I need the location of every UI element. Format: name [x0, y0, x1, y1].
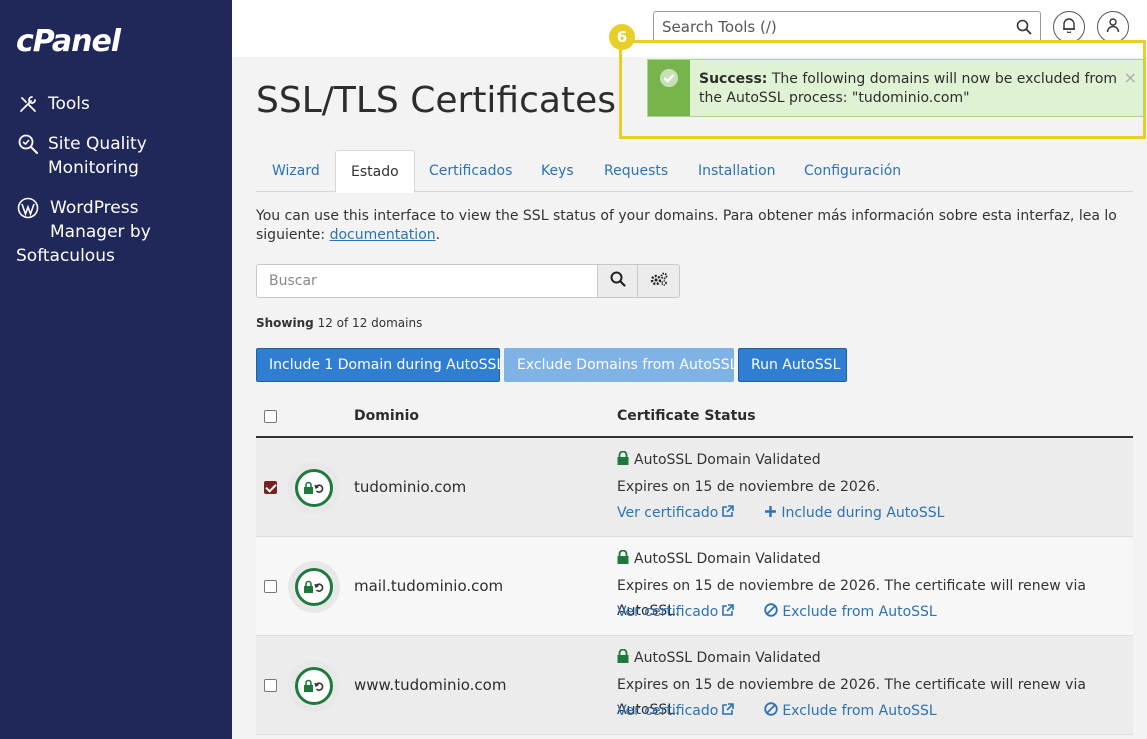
status-text: AutoSSL Domain Validated — [634, 650, 821, 666]
status-text: AutoSSL Domain Validated — [634, 551, 821, 567]
ssl-lock-icon — [288, 660, 340, 712]
tab-wizard[interactable]: Wizard — [257, 150, 335, 192]
expiry-text: Expires on 15 de noviembre de 2026. The … — [617, 578, 1086, 619]
domain-search-input[interactable]: Buscar — [256, 264, 598, 298]
table-header: Dominio Certificate Status — [256, 400, 1133, 438]
showing-value: 12 of 12 domains — [317, 316, 423, 330]
exclude-autossl-link[interactable]: Exclude from AutoSSL — [764, 702, 937, 720]
exclude-autossl-label: Exclude from AutoSSL — [782, 703, 937, 719]
sidebar-item-label-cont: Monitoring — [48, 158, 139, 178]
row-checkbox[interactable] — [264, 580, 277, 593]
sidebar-item-label-cont: Manager by — [50, 222, 151, 242]
column-header-status: Certificate Status — [617, 408, 756, 424]
page-description: You can use this interface to view the S… — [256, 207, 1136, 245]
tab-requests[interactable]: Requests — [589, 150, 683, 192]
bell-icon — [1062, 17, 1076, 37]
site-quality-icon — [16, 132, 40, 156]
close-icon[interactable]: × — [1124, 68, 1137, 87]
notification-title: Success: — [699, 71, 768, 87]
view-certificate-link[interactable]: Ver certificado — [617, 702, 735, 720]
tab-installation[interactable]: Installation — [683, 150, 791, 192]
ssl-lock-icon — [288, 462, 340, 514]
external-link-icon — [721, 603, 735, 621]
run-autossl-button[interactable]: Run AutoSSL — [738, 348, 847, 382]
include-domain-button[interactable]: Include 1 Domain during AutoSSL — [256, 348, 504, 382]
user-menu-button[interactable] — [1097, 11, 1129, 43]
external-link-icon — [721, 504, 735, 522]
showing-count: Showing 12 of 12 domains — [256, 316, 422, 330]
tab-keys[interactable]: Keys — [526, 150, 589, 192]
expiry-text: Expires on 15 de noviembre de 2026. The … — [617, 677, 1086, 718]
tab-certificados[interactable]: Certificados — [414, 150, 527, 192]
check-circle-icon — [659, 68, 679, 92]
search-icon[interactable] — [1016, 19, 1032, 39]
gears-icon — [649, 271, 669, 291]
sidebar-item-label: Tools — [48, 94, 90, 114]
column-header-domain: Dominio — [354, 408, 420, 424]
lock-icon — [617, 648, 629, 667]
showing-label: Showing — [256, 316, 314, 330]
table-row: www.tudominio.com AutoSSL Domain Validat… — [256, 636, 1133, 735]
success-notification: Success: The following domains will now … — [647, 59, 1144, 117]
lock-icon — [617, 549, 629, 568]
search-tools-placeholder: Search Tools (/) — [662, 18, 777, 36]
expiry-text: Expires on 15 de noviembre de 2026. — [617, 479, 881, 495]
exclude-autossl-link[interactable]: Exclude from AutoSSL — [764, 603, 937, 621]
ban-icon — [764, 702, 779, 720]
search-placeholder: Buscar — [269, 273, 317, 289]
view-certificate-label: Ver certificado — [617, 505, 719, 521]
tab-estado[interactable]: Estado — [335, 150, 415, 193]
settings-button[interactable] — [637, 264, 680, 298]
ssl-lock-icon — [288, 561, 340, 613]
row-checkbox[interactable] — [264, 679, 277, 692]
search-button[interactable] — [597, 264, 638, 298]
sidebar-item-label: Site Quality — [48, 134, 147, 154]
domain-name: mail.tudominio.com — [354, 577, 504, 595]
select-all-checkbox[interactable] — [264, 410, 277, 423]
domain-name: tudominio.com — [354, 478, 467, 496]
notification-message: Success: The following domains will now … — [699, 70, 1119, 108]
user-icon — [1106, 17, 1120, 37]
tools-icon — [16, 92, 40, 116]
view-certificate-label: Ver certificado — [617, 703, 719, 719]
include-autossl-link[interactable]: Include during AutoSSL — [764, 505, 944, 522]
sidebar-item-label-cont2: Softaculous — [16, 246, 115, 266]
ban-icon — [764, 603, 779, 621]
include-autossl-label: Include during AutoSSL — [781, 505, 945, 521]
sidebar: cPanel Tools Site Quality Monitoring Wor… — [0, 0, 232, 739]
cpanel-logo[interactable]: cPanel — [16, 24, 121, 59]
exclude-autossl-label: Exclude from AutoSSL — [782, 604, 937, 620]
notification-accent — [648, 60, 690, 116]
page-title: SSL/TLS Certificates — [256, 80, 616, 121]
view-certificate-link[interactable]: Ver certificado — [617, 603, 735, 621]
external-link-icon — [721, 702, 735, 720]
sidebar-item-wordpress-manager[interactable]: WordPress Manager by Softaculous — [16, 196, 151, 268]
lock-icon — [617, 450, 629, 469]
notifications-button[interactable] — [1053, 11, 1085, 43]
status-text: AutoSSL Domain Validated — [634, 452, 821, 468]
certificate-status: AutoSSL Domain Validated Expires on 15 d… — [617, 648, 1133, 723]
sidebar-item-site-quality[interactable]: Site Quality Monitoring — [16, 132, 147, 180]
sidebar-item-label: WordPress — [50, 198, 139, 218]
documentation-link[interactable]: documentation — [330, 227, 436, 243]
view-certificate-label: Ver certificado — [617, 604, 719, 620]
certificate-status: AutoSSL Domain Validated Expires on 15 d… — [617, 450, 944, 525]
table-row: mail.tudominio.com AutoSSL Domain Valida… — [256, 537, 1133, 636]
view-certificate-link[interactable]: Ver certificado — [617, 504, 735, 522]
tab-configuracion[interactable]: Configuración — [789, 150, 916, 192]
exclude-domains-button[interactable]: Exclude Domains from AutoSSL — [504, 348, 737, 382]
domain-name: www.tudominio.com — [354, 676, 507, 694]
wordpress-icon — [16, 196, 40, 220]
description-suffix: . — [435, 227, 441, 243]
callout-step-badge: 6 — [609, 24, 635, 50]
table-row: tudominio.com AutoSSL Domain Validated E… — [256, 438, 1133, 537]
sidebar-item-tools[interactable]: Tools — [16, 92, 90, 116]
search-icon — [610, 271, 626, 291]
search-tools-input[interactable]: Search Tools (/) — [653, 11, 1041, 43]
row-checkbox[interactable] — [264, 481, 277, 494]
tab-bar: Wizard Estado Certificados Keys Requests… — [256, 150, 1133, 193]
plus-icon — [764, 505, 777, 522]
certificate-status: AutoSSL Domain Validated Expires on 15 d… — [617, 549, 1133, 624]
